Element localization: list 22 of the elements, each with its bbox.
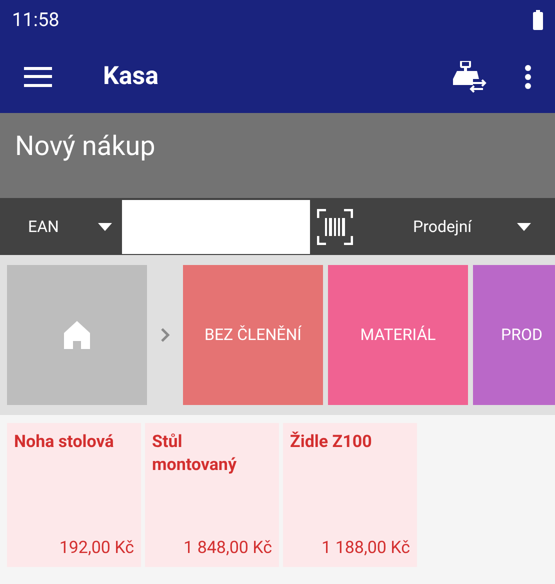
- product-card[interactable]: Stůl montovaný 1 848,00 Kč: [145, 423, 279, 567]
- barcode-scan-icon[interactable]: [317, 208, 353, 244]
- category-tile[interactable]: PROD: [473, 265, 555, 405]
- header-title: Nový nákup: [15, 129, 156, 164]
- home-tile[interactable]: [7, 265, 147, 405]
- menu-icon[interactable]: [24, 66, 52, 86]
- price-list-dropdown[interactable]: Prodejní: [353, 198, 555, 255]
- product-card[interactable]: Židle Z100 1 188,00 Kč: [283, 423, 417, 567]
- battery-icon: [533, 10, 543, 30]
- code-type-dropdown[interactable]: EAN: [0, 198, 122, 255]
- category-tile[interactable]: MATERIÁL: [328, 265, 468, 405]
- ean-input-field[interactable]: [122, 200, 310, 254]
- status-time: 11:58: [12, 6, 60, 33]
- cash-register-icon[interactable]: [453, 60, 487, 92]
- category-tile[interactable]: BEZ ČLENĚNÍ: [183, 265, 323, 405]
- chevron-right-icon: [160, 327, 170, 343]
- home-icon: [64, 321, 90, 349]
- dropdown-arrow-icon: [517, 222, 531, 230]
- more-options-icon[interactable]: [525, 64, 531, 88]
- app-title: Kasa: [103, 60, 158, 93]
- dropdown-arrow-icon: [98, 222, 112, 230]
- product-card[interactable]: Noha stolová 192,00 Kč: [7, 423, 141, 567]
